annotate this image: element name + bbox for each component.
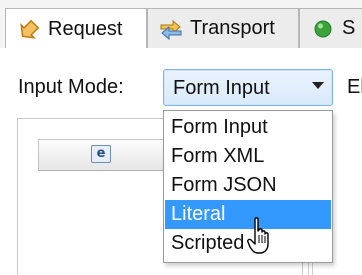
chevron-down-icon xyxy=(312,82,324,89)
option-form-json[interactable]: Form JSON xyxy=(165,171,331,200)
transport-arrows-icon xyxy=(158,16,184,42)
input-mode-value: Form Input xyxy=(173,77,270,99)
tab-s[interactable]: S xyxy=(299,8,362,48)
tab-request-label: Request xyxy=(48,17,123,40)
element-icon: e xyxy=(91,145,111,163)
input-mode-select[interactable]: Form Input xyxy=(163,69,333,106)
input-mode-label: Input Mode: xyxy=(18,76,124,98)
next-field-label: El xyxy=(347,76,362,98)
option-form-input[interactable]: Form Input xyxy=(165,113,331,142)
tab-transport-label: Transport xyxy=(190,17,275,39)
tab-s-label: S xyxy=(342,17,356,39)
hand-cursor-icon xyxy=(247,217,275,261)
tab-transport[interactable]: Transport xyxy=(147,8,299,48)
tab-request[interactable]: Request xyxy=(5,8,147,49)
request-arrow-icon xyxy=(16,16,42,42)
status-dot-icon xyxy=(310,16,336,42)
option-form-xml[interactable]: Form XML xyxy=(165,142,331,171)
